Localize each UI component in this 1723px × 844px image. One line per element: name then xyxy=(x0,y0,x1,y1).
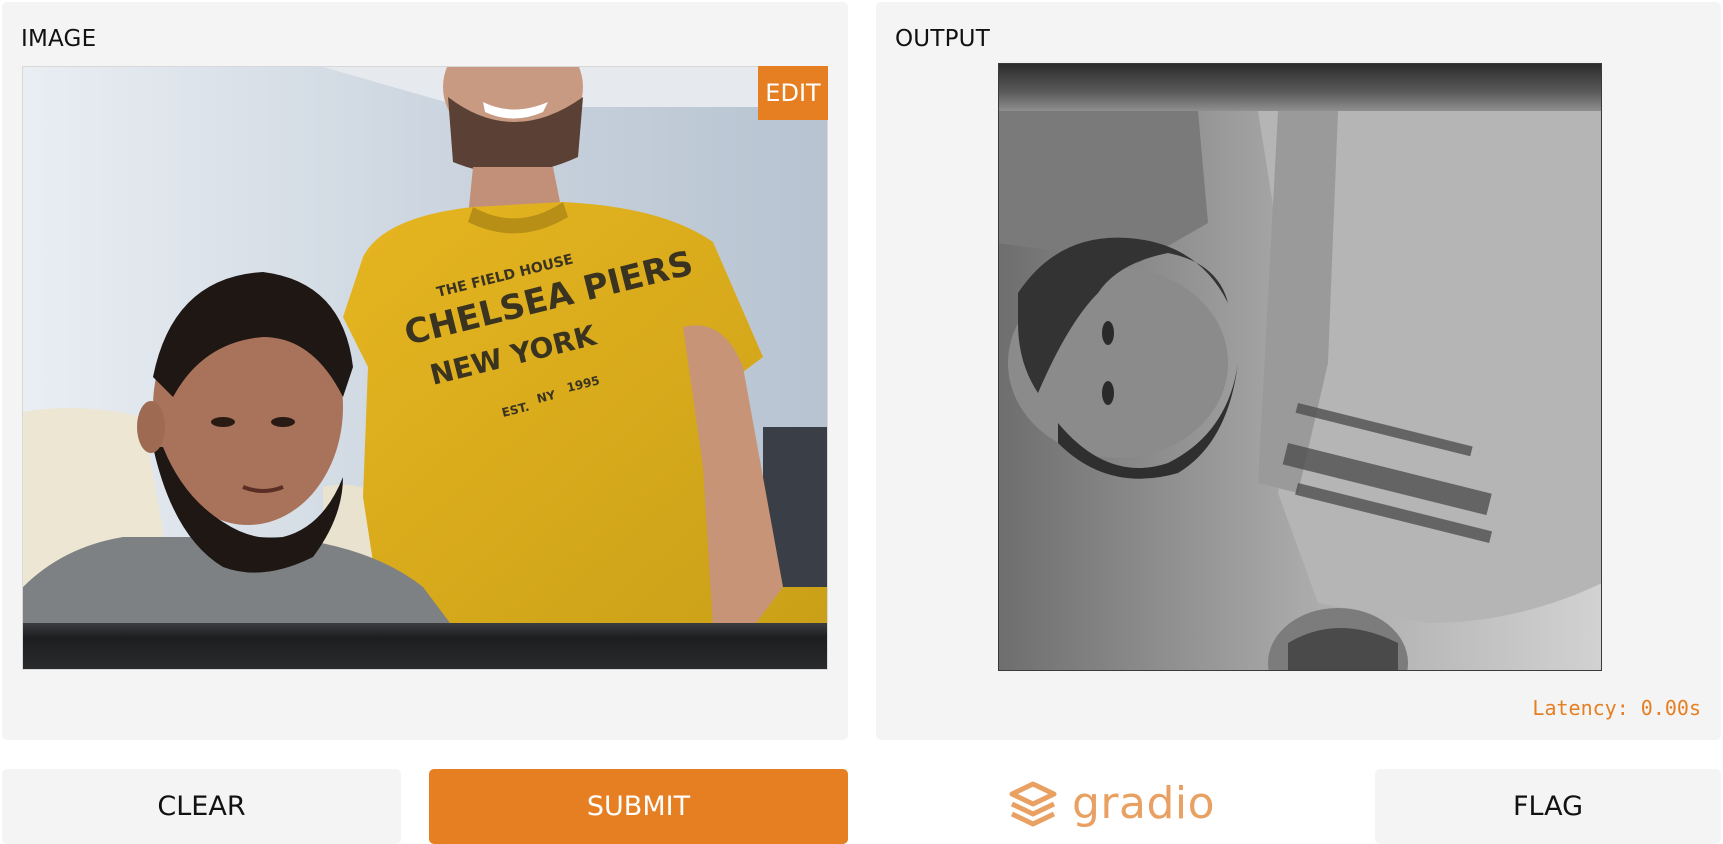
gradio-logo-text: gradio xyxy=(1072,778,1216,829)
gradio-logo[interactable]: gradio xyxy=(1008,776,1215,832)
clear-button[interactable]: CLEAR xyxy=(2,769,401,844)
edit-button[interactable]: EDIT xyxy=(758,66,828,120)
output-label: OUTPUT xyxy=(895,26,990,52)
gradio-logo-icon xyxy=(1009,781,1057,827)
input-panel: IMAGE THE FIELD HOUSE CHELSEA PIERS NEW … xyxy=(2,2,848,740)
submit-button[interactable]: SUBMIT xyxy=(429,769,848,844)
output-photo xyxy=(998,63,1602,671)
output-panel: OUTPUT Latency: 0.00s xyxy=(876,2,1721,740)
input-image[interactable]: THE FIELD HOUSE CHELSEA PIERS NEW YORK E… xyxy=(22,66,828,670)
input-photo: THE FIELD HOUSE CHELSEA PIERS NEW YORK E… xyxy=(23,67,827,669)
flag-button[interactable]: FLAG xyxy=(1375,769,1721,844)
latency-text: Latency: 0.00s xyxy=(1532,696,1701,720)
input-label: IMAGE xyxy=(21,26,97,52)
output-image xyxy=(998,63,1602,671)
